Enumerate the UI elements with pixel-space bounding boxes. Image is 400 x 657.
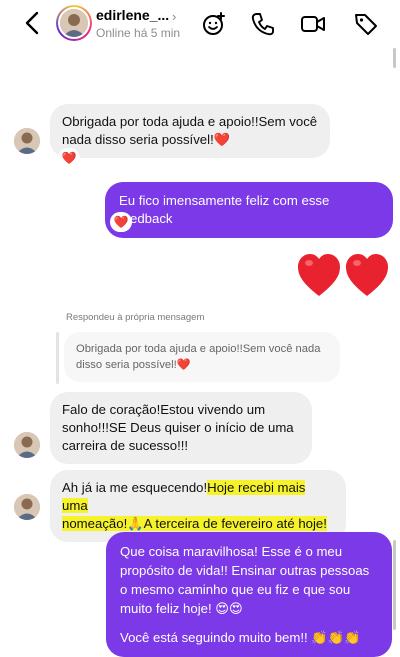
incoming-message[interactable]: Obrigada por toda ajuda e apoio!!Sem voc… <box>50 104 330 158</box>
reply-label: Respondeu à própria mensagem <box>66 312 205 323</box>
message-text: Eu fico imensamente feliz com esse feedb… <box>119 193 330 226</box>
highlighted-text: nomeação!🙏A terceira de fevereiro até ho… <box>62 516 327 531</box>
scrollbar-thumb[interactable] <box>393 48 396 68</box>
quoted-message[interactable]: Obrigada por toda ajuda e apoio!!Sem voc… <box>64 332 340 382</box>
message-text: Obrigada por toda ajuda e apoio!!Sem voc… <box>62 114 318 147</box>
contact-avatar-small[interactable] <box>14 432 40 458</box>
contact-name[interactable]: edirlene_... <box>96 7 169 23</box>
avatar-photo <box>60 9 88 37</box>
video-call-icon[interactable] <box>300 11 326 37</box>
message-text: Falo de coração!Estou vivendo um sonho!!… <box>62 402 294 453</box>
outgoing-message[interactable]: Que coisa maravilhosa! Esse é o meu prop… <box>106 532 392 657</box>
scrollbar-track-indicator[interactable] <box>393 540 396 630</box>
avatar-photo <box>14 128 40 154</box>
back-arrow-icon[interactable] <box>22 10 44 36</box>
effects-icon[interactable] <box>201 11 227 37</box>
contact-avatar-small[interactable] <box>14 128 40 154</box>
contact-avatar-small[interactable] <box>14 494 40 520</box>
reply-line <box>56 332 59 384</box>
big-hearts-message[interactable]: ❤️❤️ <box>297 252 393 305</box>
online-status: Online há 5 min <box>96 26 181 40</box>
message-text: Você está seguindo muito bem!! 👏👏👏 <box>120 630 361 645</box>
heart-reaction[interactable]: ❤️ <box>110 212 132 232</box>
avatar-photo <box>14 432 40 458</box>
chevron-right-icon[interactable]: › <box>172 9 176 24</box>
chat-header: edirlene_... › Online há 5 min <box>0 0 400 50</box>
outgoing-message[interactable]: Eu fico imensamente feliz com esse feedb… <box>105 182 393 238</box>
heart-emoji: ❤️ <box>213 132 231 147</box>
heart-icon-pair <box>298 254 388 296</box>
phone-icon[interactable] <box>250 11 276 37</box>
message-text: Que coisa maravilhosa! Esse é o meu prop… <box>120 544 370 616</box>
contact-avatar[interactable] <box>56 5 92 41</box>
heart-reaction[interactable]: ❤️ <box>58 148 80 168</box>
message-text: Ah já ia me esquecendo! <box>62 480 208 495</box>
incoming-message[interactable]: Falo de coração!Estou vivendo um sonho!!… <box>50 392 312 464</box>
avatar-photo <box>14 494 40 520</box>
tag-icon[interactable] <box>353 11 379 37</box>
